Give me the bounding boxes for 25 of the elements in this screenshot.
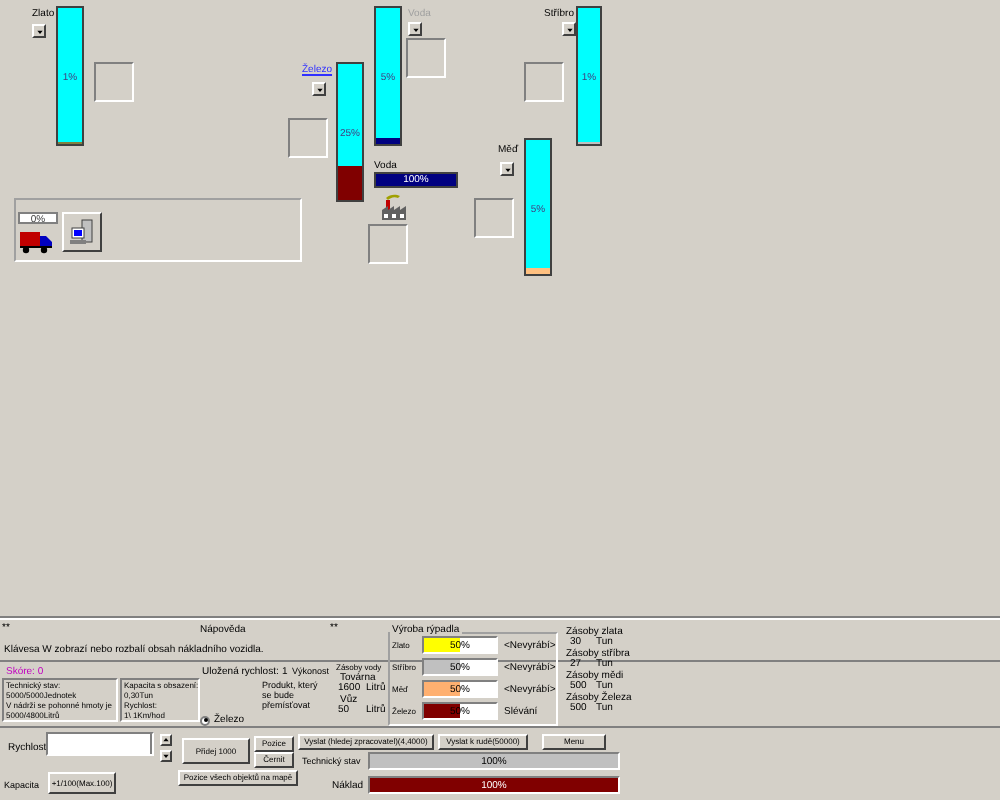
empty-slot xyxy=(524,62,564,102)
speed-field[interactable] xyxy=(46,732,154,756)
computer-button[interactable] xyxy=(62,212,102,252)
dropdown-button[interactable] xyxy=(312,82,326,96)
empty-slot xyxy=(288,118,328,158)
dropdown-button[interactable] xyxy=(408,22,422,36)
caret-icon xyxy=(35,27,43,35)
empty-slot xyxy=(368,224,408,264)
dropdown-button[interactable] xyxy=(500,162,514,176)
down-arrow-icon xyxy=(162,752,170,760)
caret-icon xyxy=(565,25,573,33)
spin-button[interactable] xyxy=(160,750,172,762)
empty-slot xyxy=(474,198,514,238)
empty-slot xyxy=(406,38,446,78)
caret-icon xyxy=(503,165,511,173)
spin-button[interactable] xyxy=(160,734,172,746)
dropdown-button[interactable] xyxy=(32,24,46,38)
computer-icon xyxy=(68,218,96,246)
caret-icon xyxy=(315,85,323,93)
up-arrow-icon xyxy=(162,736,170,744)
factory-icon xyxy=(380,194,408,220)
caret-icon xyxy=(411,25,419,33)
empty-slot xyxy=(94,62,134,102)
truck-icon xyxy=(20,228,52,254)
dropdown-button[interactable] xyxy=(562,22,576,36)
